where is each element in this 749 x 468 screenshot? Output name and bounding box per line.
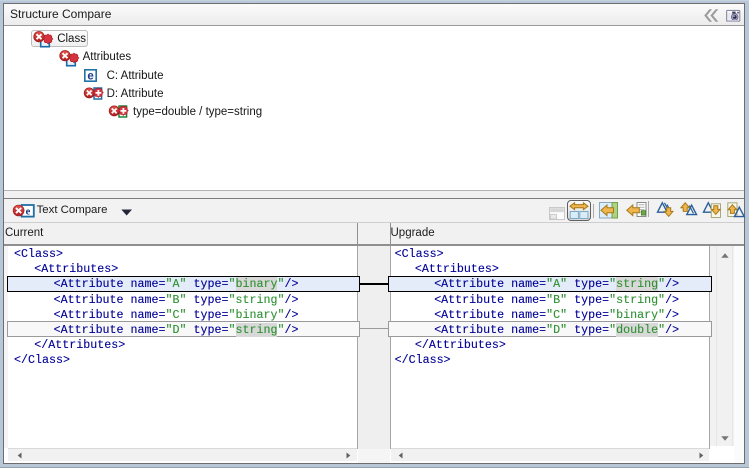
svg-text:e: e: [87, 71, 93, 83]
svg-text:e: e: [26, 207, 31, 218]
